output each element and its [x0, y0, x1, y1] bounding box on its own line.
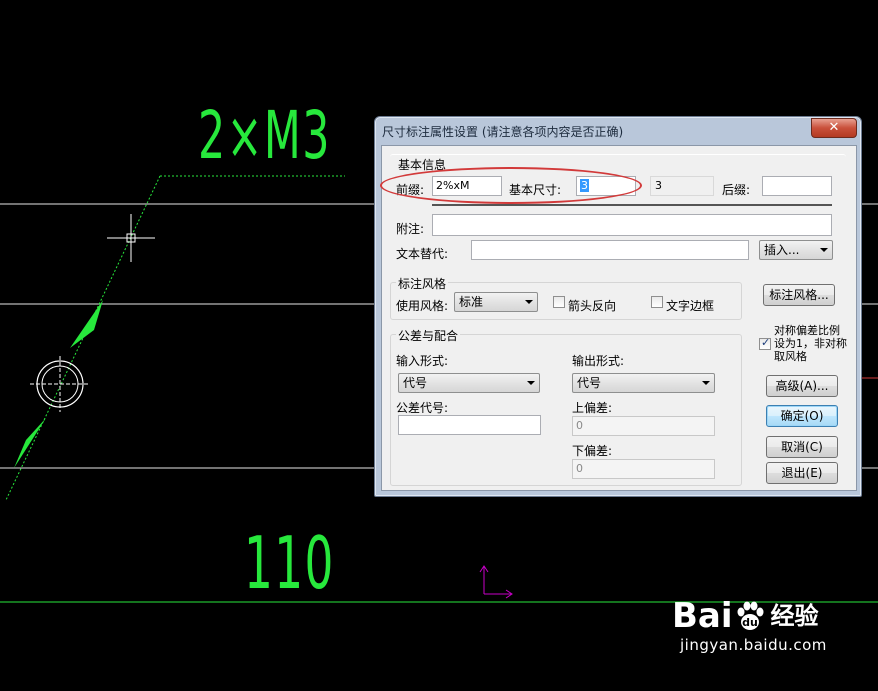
style-group-label: 标注风格: [396, 275, 449, 292]
dialog-titlebar[interactable]: 尺寸标注属性设置 (请注意各项内容是否正确) ✕: [375, 117, 861, 143]
lower-deviation-input[interactable]: 0: [572, 459, 715, 479]
crosshair-cursor: [107, 214, 155, 262]
output-form-value: 代号: [577, 376, 602, 390]
symmetric-checkbox[interactable]: [759, 336, 771, 350]
text-border-checkbox[interactable]: [651, 296, 663, 308]
arrow-reverse-label: 箭头反向: [568, 299, 617, 313]
baidu-logo: Bai du 经验: [672, 598, 827, 634]
cancel-button[interactable]: 取消(C): [766, 436, 838, 458]
arrow-head: [14, 418, 46, 468]
dialog-title: 尺寸标注属性设置 (请注意各项内容是否正确): [382, 125, 624, 139]
input-form-value: 代号: [403, 376, 428, 390]
watermark-url: jingyan.baidu.com: [680, 636, 827, 654]
chevron-down-icon: [525, 300, 533, 304]
output-form-select[interactable]: 代号: [572, 373, 715, 393]
ok-button[interactable]: 确定(O): [766, 405, 838, 427]
hole-symbol: [30, 356, 90, 412]
svg-text:du: du: [742, 616, 758, 629]
suffix-label: 后缀:: [722, 183, 751, 197]
chevron-down-icon: [820, 248, 828, 252]
close-icon: ✕: [828, 120, 840, 135]
ucs-icon: [479, 565, 513, 599]
insert-dropdown[interactable]: 插入...: [759, 240, 833, 260]
jingyan-text: 经验: [770, 602, 819, 630]
lower-deviation-label: 下偏差:: [572, 444, 613, 458]
text-replace-label: 文本替代:: [396, 247, 449, 261]
separator: [432, 204, 832, 206]
tolerance-code-label: 公差代号:: [396, 401, 449, 415]
close-button[interactable]: ✕: [811, 118, 857, 138]
text-border-label: 文字边框: [666, 299, 715, 313]
note-label: 附注:: [396, 222, 425, 236]
tolerance-group-label: 公差与配合: [396, 327, 461, 344]
use-style-value: 标准: [459, 295, 484, 309]
baidu-jingyan-watermark: Bai du 经验 jingyan.baidu.com: [672, 598, 827, 654]
exit-button[interactable]: 退出(E): [766, 462, 838, 484]
note-input[interactable]: [432, 214, 832, 236]
baidu-logo-text: Bai: [672, 596, 733, 636]
advanced-button[interactable]: 高级(A)...: [766, 375, 838, 397]
paw-icon: du: [737, 601, 764, 630]
suffix-input[interactable]: [762, 176, 832, 196]
chevron-down-icon: [702, 381, 710, 385]
tolerance-code-input[interactable]: [398, 415, 541, 435]
input-form-select[interactable]: 代号: [398, 373, 540, 393]
use-style-label: 使用风格:: [396, 299, 449, 313]
dimension-text-top: 2×M3: [198, 97, 331, 174]
arrow-reverse-checkbox[interactable]: [553, 296, 565, 308]
chevron-down-icon: [527, 381, 535, 385]
symmetric-label: 对称偏差比例设为1，非对称取风格: [774, 324, 847, 363]
highlight-annotation-ellipse: [380, 167, 642, 204]
upper-deviation-input[interactable]: 0: [572, 416, 715, 436]
output-form-label: 输出形式:: [572, 354, 625, 368]
insert-dropdown-label: 插入...: [764, 243, 800, 257]
arrow-head: [70, 300, 103, 348]
use-style-select[interactable]: 标准: [454, 292, 538, 312]
text-replace-input[interactable]: [471, 240, 749, 260]
dimension-text-bottom: 110: [244, 521, 335, 605]
input-form-label: 输入形式:: [396, 354, 449, 368]
upper-deviation-label: 上偏差:: [572, 401, 613, 415]
base-size-display: 3: [650, 176, 714, 196]
dimension-style-button[interactable]: 标注风格...: [763, 284, 835, 306]
